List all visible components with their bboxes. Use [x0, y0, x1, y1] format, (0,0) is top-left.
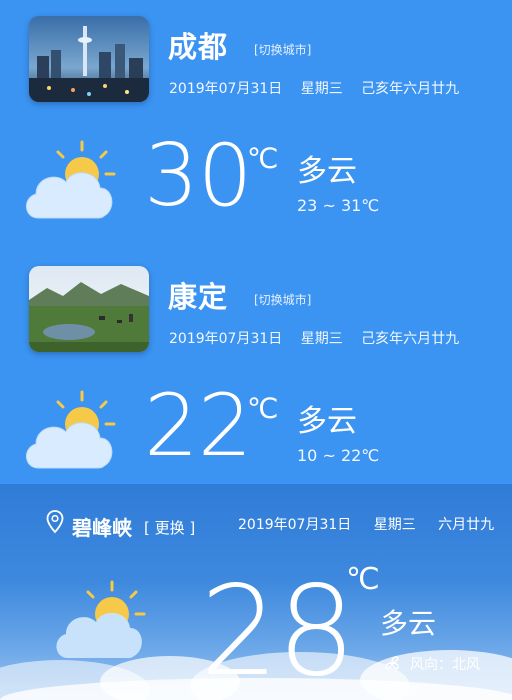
- date-line: 2019年07月31日 星期三 己亥年六月廿九: [169, 328, 459, 348]
- weekday-text: 星期三: [300, 81, 343, 97]
- date-text: 2019年07月31日: [169, 331, 283, 347]
- city-name: 康定: [168, 280, 229, 314]
- lunar-date-text: 己亥年六月廿九: [361, 331, 460, 347]
- temperature-range: 23 ~ 31℃: [297, 196, 380, 215]
- temperature-value: 30: [144, 126, 252, 226]
- wind-direction-text: 风向：北风: [410, 657, 480, 673]
- panel-temperature-unit: ℃: [346, 562, 380, 597]
- panel-weather-condition: 多云: [380, 607, 437, 640]
- switch-city-link[interactable]: [切换城市]: [254, 41, 311, 58]
- partly-cloudy-icon: [26, 140, 116, 219]
- date-text: 2019年07月31日: [169, 81, 283, 97]
- city-name: 成都: [168, 30, 229, 64]
- location-pin-icon: [46, 510, 64, 534]
- change-city-button[interactable]: [ 更换 ]: [144, 517, 195, 538]
- lunar-date-text: 六月廿九: [438, 517, 495, 533]
- temperature-value: 22: [144, 376, 252, 476]
- panel-temperature-value: 28: [200, 560, 356, 700]
- weather-panel-bifengxia: 碧峰峡 [ 更换 ] 2019年07月31日 星期三 六月廿九 28 ℃ 多云 …: [0, 484, 512, 700]
- temperature-unit: ℃: [247, 142, 279, 175]
- city-card-chengdu: 成都 [切换城市] 2019年07月31日 星期三 己亥年六月廿九 30 ℃ 多…: [0, 0, 512, 244]
- panel-city-name: 碧峰峡: [72, 516, 132, 540]
- switch-city-link[interactable]: [切换城市]: [254, 291, 311, 308]
- wind-icon: [385, 656, 399, 670]
- temperature-unit: ℃: [247, 392, 279, 425]
- weather-condition: 多云: [297, 154, 357, 189]
- weekday-text: 星期三: [300, 331, 343, 347]
- lunar-date-text: 己亥年六月廿九: [361, 81, 460, 97]
- city-photo-kangding: [29, 266, 149, 352]
- weather-condition: 多云: [297, 404, 357, 439]
- temperature-range: 10 ~ 22℃: [297, 446, 380, 465]
- city-card-kangding: 康定 [切换城市] 2019年07月31日 星期三 己亥年六月廿九 22 ℃ 多…: [0, 250, 512, 494]
- panel-date-line: 2019年07月31日 星期三 六月廿九: [238, 514, 494, 534]
- city-photo-chengdu: [29, 16, 149, 102]
- weekday-text: 星期三: [373, 517, 416, 533]
- partly-cloudy-icon: [26, 390, 116, 469]
- date-line: 2019年07月31日 星期三 己亥年六月廿九: [169, 78, 459, 98]
- date-text: 2019年07月31日: [238, 517, 352, 533]
- partly-cloudy-icon: [56, 580, 146, 658]
